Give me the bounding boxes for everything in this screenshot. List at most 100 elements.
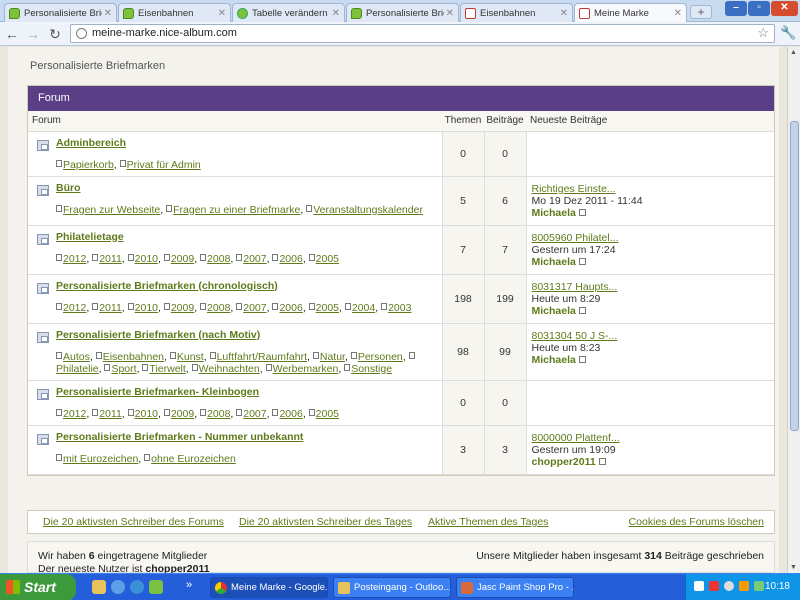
quicklaunch-help-icon[interactable] (111, 580, 125, 594)
browser-tab[interactable]: Tabelle verändern ✕ (232, 3, 345, 22)
subforum-link[interactable]: Weihnachten (199, 363, 260, 375)
browser-tab[interactable]: Eisenbahnen ✕ (118, 3, 231, 22)
scroll-down-icon[interactable]: ▼ (790, 564, 797, 571)
go-to-post-icon[interactable] (578, 355, 586, 363)
subforum-link[interactable]: Fragen zur Webseite (63, 204, 160, 216)
more-quicklaunch-icon[interactable]: » (186, 579, 192, 591)
link-active-topics[interactable]: Aktive Themen des Tages (428, 516, 548, 528)
subforum-link[interactable]: 2011 (99, 302, 122, 314)
subforum-link[interactable]: 2010 (135, 302, 158, 314)
subforum-link[interactable]: Philatelie (56, 363, 99, 375)
subforum-link[interactable]: Kunst (177, 351, 204, 363)
browser-tab[interactable]: Meine Marke ✕ (574, 3, 687, 23)
subforum-link[interactable]: 2008 (207, 408, 230, 420)
latest-post-link[interactable]: 8031304 50 J S-... (532, 330, 618, 342)
subforum-link[interactable]: 2011 (99, 253, 122, 265)
subforum-link[interactable]: Sport (111, 363, 136, 375)
subforum-link[interactable]: 2005 (316, 302, 339, 314)
scroll-up-icon[interactable]: ▲ (790, 49, 797, 56)
subforum-link[interactable]: 2010 (135, 253, 158, 265)
go-to-post-icon[interactable] (598, 457, 606, 465)
latest-post-link[interactable]: Richtiges Einste... (532, 183, 616, 195)
quicklaunch-folder-icon[interactable] (92, 580, 106, 594)
bookmark-star-icon[interactable]: ☆ (757, 25, 769, 41)
subforum-link[interactable]: 2012 (63, 302, 86, 314)
subforum-link[interactable]: 2005 (316, 408, 339, 420)
tray-alert-icon[interactable] (739, 581, 749, 591)
subforum-link[interactable]: Natur (320, 351, 345, 363)
tray-shield-icon[interactable] (709, 581, 719, 591)
subforum-link[interactable]: 2012 (63, 408, 86, 420)
subforum-link[interactable]: Luftfahrt/Raumfahrt (217, 351, 307, 363)
browser-tab[interactable]: Eisenbahnen ✕ (460, 3, 573, 22)
address-bar[interactable]: meine-marke.nice-album.com ☆ (70, 24, 775, 43)
latest-post-link[interactable]: 8005960 Philatel... (532, 232, 619, 244)
forum-name-link[interactable]: Philatelietage (56, 231, 124, 243)
browser-tab[interactable]: Personalisierte Briefm✕ (4, 3, 117, 22)
latest-post-author[interactable]: Michaela (532, 256, 576, 268)
subforum-link[interactable]: Tierwelt (149, 363, 185, 375)
quicklaunch-ie-icon[interactable] (130, 580, 144, 594)
breadcrumb[interactable]: Personalisierte Briefmarken (30, 60, 165, 72)
subforum-link[interactable]: Autos (63, 351, 90, 363)
task-paintshop[interactable]: Jasc Paint Shop Pro - ... (456, 577, 574, 598)
latest-post-author[interactable]: Michaela (532, 354, 576, 366)
task-chrome[interactable]: Meine Marke - Google... (210, 577, 328, 598)
forum-name-link[interactable]: Personalisierte Briefmarken- Kleinbogen (56, 386, 259, 398)
subforum-link[interactable]: Werbemarken (273, 363, 339, 375)
scrollbar-thumb[interactable] (790, 121, 799, 431)
quicklaunch-app-icon[interactable] (149, 580, 163, 594)
subforum-link[interactable]: ohne Eurozeichen (151, 453, 236, 465)
latest-post-author[interactable]: Michaela (532, 207, 576, 219)
forum-name-link[interactable]: Personalisierte Briefmarken (nach Motiv) (56, 329, 260, 341)
latest-post-author[interactable]: chopper2011 (532, 456, 596, 468)
reload-button[interactable]: ↻ (46, 25, 64, 43)
task-outlook[interactable]: Posteingang - Outloo... (333, 577, 451, 598)
latest-post-author[interactable]: Michaela (532, 305, 576, 317)
forum-name-link[interactable]: Büro (56, 182, 81, 194)
close-tab-icon[interactable]: ✕ (332, 8, 340, 19)
subforum-link[interactable]: 2009 (171, 253, 194, 265)
forum-name-link[interactable]: Adminbereich (56, 137, 126, 149)
link-writers-day[interactable]: Die 20 aktivsten Schreiber des Tages (239, 516, 412, 528)
tray-app-icon[interactable] (724, 581, 734, 591)
close-window-button[interactable]: ✕ (771, 1, 798, 16)
subforum-link[interactable]: 2007 (243, 253, 266, 265)
subforum-link[interactable]: 2010 (135, 408, 158, 420)
close-tab-icon[interactable]: ✕ (674, 8, 682, 19)
subforum-link[interactable]: 2006 (279, 302, 302, 314)
tray-network-icon[interactable] (694, 581, 704, 591)
subforum-link[interactable]: 2008 (207, 302, 230, 314)
subforum-link[interactable]: 2006 (279, 253, 302, 265)
subforum-link[interactable]: Privat für Admin (127, 159, 201, 171)
forward-button[interactable]: → (24, 25, 42, 43)
maximize-button[interactable]: ▫ (748, 1, 770, 16)
minimize-button[interactable]: – (725, 1, 747, 16)
back-button[interactable]: ← (3, 25, 21, 43)
subforum-link[interactable]: mit Eurozeichen (63, 453, 138, 465)
subforum-link[interactable]: 2004 (352, 302, 375, 314)
subforum-link[interactable]: 2003 (388, 302, 411, 314)
subforum-link[interactable]: Veranstaltungskalender (313, 204, 423, 216)
subforum-link[interactable]: 2007 (243, 302, 266, 314)
close-tab-icon[interactable]: ✕ (560, 8, 568, 19)
close-tab-icon[interactable]: ✕ (104, 8, 112, 19)
subforum-link[interactable]: 2008 (207, 253, 230, 265)
start-button[interactable]: Start (0, 574, 76, 600)
subforum-link[interactable]: 2011 (99, 408, 122, 420)
subforum-link[interactable]: Sonstige (351, 363, 392, 375)
go-to-post-icon[interactable] (578, 257, 586, 265)
latest-post-link[interactable]: 8000000 Plattenf... (532, 432, 620, 444)
forum-name-link[interactable]: Personalisierte Briefmarken (chronologis… (56, 280, 278, 292)
go-to-post-icon[interactable] (578, 208, 586, 216)
subforum-link[interactable]: 2009 (171, 408, 194, 420)
subforum-link[interactable]: 2009 (171, 302, 194, 314)
subforum-link[interactable]: 2007 (243, 408, 266, 420)
vertical-scrollbar[interactable]: ▲ ▼ (787, 47, 800, 573)
link-writers-forum[interactable]: Die 20 aktivsten Schreiber des Forums (43, 516, 224, 528)
link-delete-cookies[interactable]: Cookies des Forums löschen (629, 516, 764, 528)
latest-post-link[interactable]: 8031317 Haupts... (532, 281, 618, 293)
subforum-link[interactable]: 2005 (316, 253, 339, 265)
subforum-link[interactable]: Eisenbahnen (103, 351, 164, 363)
subforum-link[interactable]: Papierkorb (63, 159, 114, 171)
